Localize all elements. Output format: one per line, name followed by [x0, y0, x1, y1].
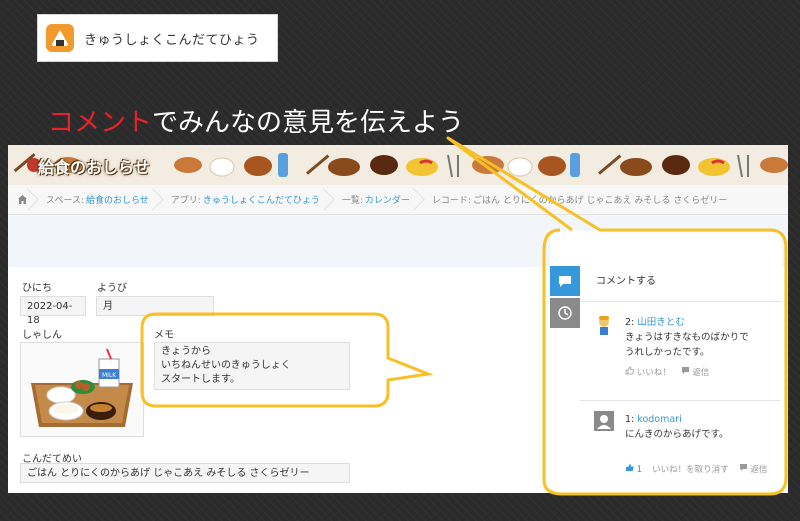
- home-link[interactable]: [8, 185, 36, 215]
- banner-title: 給食のおしらせ: [38, 158, 150, 177]
- date-field: 2022-04-18: [20, 296, 86, 326]
- weekday-label: ようび: [97, 283, 127, 294]
- breadcrumb-space[interactable]: スペース: 給食のおしらせ: [36, 185, 161, 215]
- app-card: きゅうしょくこんだてひょう: [37, 14, 278, 62]
- home-icon: [17, 195, 27, 204]
- onigiri-icon: [46, 24, 74, 52]
- photo-label: しゃしん: [22, 330, 62, 341]
- menu-field: ごはん とりにくのからあげ じゃこあえ みそしる さくらゼリー: [20, 463, 350, 483]
- lunch-photo: MILK: [20, 342, 144, 437]
- memo-callout: [140, 312, 434, 408]
- svg-text:MILK: MILK: [102, 372, 117, 379]
- breadcrumb-list[interactable]: 一覧: カレンダー: [332, 185, 422, 215]
- comment-callout: [446, 136, 788, 496]
- page-heading: コメントでみんなの意見を伝えよう: [48, 102, 464, 139]
- school-lunch-illustration: MILK: [31, 348, 133, 427]
- breadcrumb-app-value[interactable]: きゅうしょくこんだてひょう: [203, 193, 320, 206]
- breadcrumb-list-value[interactable]: カレンダー: [365, 193, 410, 206]
- breadcrumb-space-value[interactable]: 給食のおしらせ: [86, 193, 149, 206]
- heading-rest: でみんなの意見を伝えよう: [152, 108, 465, 138]
- breadcrumb-app[interactable]: アプリ: きゅうしょくこんだてひょう: [161, 185, 332, 215]
- app-name: きゅうしょくこんだてひょう: [84, 32, 260, 48]
- date-label: ひにち: [22, 283, 52, 294]
- heading-accent: コメント: [48, 108, 153, 138]
